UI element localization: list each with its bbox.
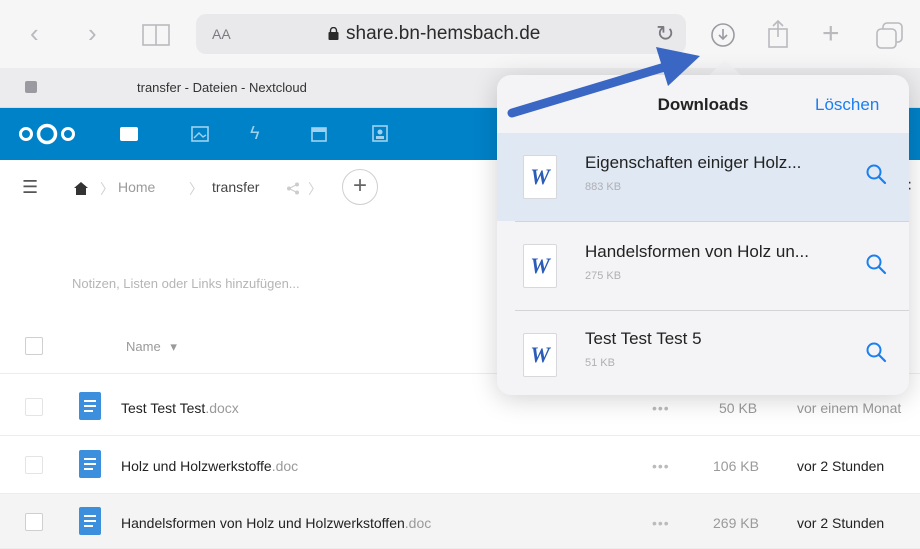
download-name: Test Test Test 5 [585,329,702,348]
file-size: 50 KB [719,400,758,416]
select-all-checkbox[interactable] [25,337,43,355]
reader-settings-button[interactable]: AA [212,26,231,42]
calendar-app-icon[interactable] [311,125,327,142]
download-name: Eigenschaften einiger Holz... [585,153,802,172]
file-basename: Holz und Holzwerkstoffe [121,458,272,474]
breadcrumb-separator-icon: 〉 [189,181,203,197]
file-row[interactable]: Holz und Holzwerkstoffe.doc ••• 106 KB v… [0,436,920,494]
download-item[interactable]: W Test Test Test 5 51 KB [497,311,909,399]
file-modified: vor 2 Stunden [797,515,885,531]
close-tab-icon[interactable] [25,81,37,93]
row-checkbox[interactable] [25,513,43,531]
file-basename: Test Test Test [121,400,206,416]
nextcloud-logo[interactable] [18,122,76,146]
breadcrumb-separator-icon: 〉 [308,181,322,197]
row-checkbox[interactable] [25,456,43,474]
downloads-icon[interactable] [710,22,736,48]
download-item[interactable]: W Handelsformen von Holz un... 275 KB [497,222,909,310]
sort-indicator: ▾ [170,339,177,354]
row-checkbox[interactable] [25,398,43,416]
file-size: 269 KB [713,515,759,531]
bookmarks-icon[interactable] [142,24,170,46]
file-extension: .doc [404,515,432,531]
file-extension: .docx [205,400,239,416]
document-icon [79,392,101,420]
file-modified: vor einem Monat [797,400,902,416]
annotation-arrow [507,47,700,118]
download-size: 883 KB [585,181,622,193]
name-column-header[interactable]: Name ▾ [126,339,177,355]
browser-toolbar: ‹ › AA share.bn-hemsbach.de ↻ + [0,0,920,68]
show-in-files-search-icon[interactable] [865,253,887,275]
file-actions-menu[interactable]: ••• [652,515,670,531]
new-tab-icon[interactable]: + [822,19,840,49]
file-row[interactable]: Handelsformen von Holz und Holzwerkstoff… [0,494,920,549]
file-name[interactable]: Test Test Test.docx [121,400,239,416]
new-file-button[interactable]: + [342,169,378,205]
download-name: Handelsformen von Holz un... [585,242,809,261]
word-document-icon: W [523,244,557,288]
word-document-icon: W [523,155,557,199]
tabs-overview-icon[interactable] [876,22,904,50]
file-name[interactable]: Handelsformen von Holz und Holzwerkstoff… [121,515,431,531]
file-modified: vor 2 Stunden [797,458,885,474]
file-actions-menu[interactable]: ••• [652,458,670,474]
share-icon[interactable] [767,19,789,49]
navigation-menu-icon[interactable]: ☰ [22,177,38,198]
download-item[interactable]: W Eigenschaften einiger Holz... 883 KB [497,133,909,221]
name-column-label: Name [126,339,161,354]
home-icon[interactable] [74,182,88,195]
file-actions-menu[interactable]: ••• [652,400,670,416]
downloads-popover: Downloads Löschen W Eigenschaften einige… [497,75,909,395]
breadcrumb-separator-icon: 〉 [100,181,114,197]
document-icon [79,507,101,535]
share-folder-icon[interactable] [286,182,300,195]
clear-downloads-button[interactable]: Löschen [815,95,879,115]
tab-title[interactable]: transfer - Dateien - Nextcloud [137,80,307,95]
word-document-icon: W [523,333,557,377]
photos-app-icon[interactable] [191,126,209,142]
file-name[interactable]: Holz und Holzwerkstoffe.doc [121,458,298,474]
download-size: 275 KB [585,270,622,282]
lock-icon [328,27,339,40]
back-icon[interactable]: ‹ [30,20,39,46]
document-icon [79,450,101,478]
file-basename: Handelsformen von Holz und Holzwerkstoff… [121,515,405,531]
breadcrumb-current-folder[interactable]: transfer [212,179,259,195]
folder-notes-placeholder[interactable]: Notizen, Listen oder Links hinzufügen... [72,276,300,291]
activity-app-icon[interactable]: ϟ [250,123,260,144]
contacts-app-icon[interactable] [372,125,388,142]
show-in-files-search-icon[interactable] [865,341,887,363]
file-size: 106 KB [713,458,759,474]
download-size: 51 KB [585,357,615,369]
forward-icon[interactable]: › [88,20,97,46]
breadcrumb-home[interactable]: Home [118,179,155,195]
show-in-files-search-icon[interactable] [865,163,887,185]
file-extension: .doc [271,458,299,474]
files-app-icon[interactable] [120,127,138,141]
